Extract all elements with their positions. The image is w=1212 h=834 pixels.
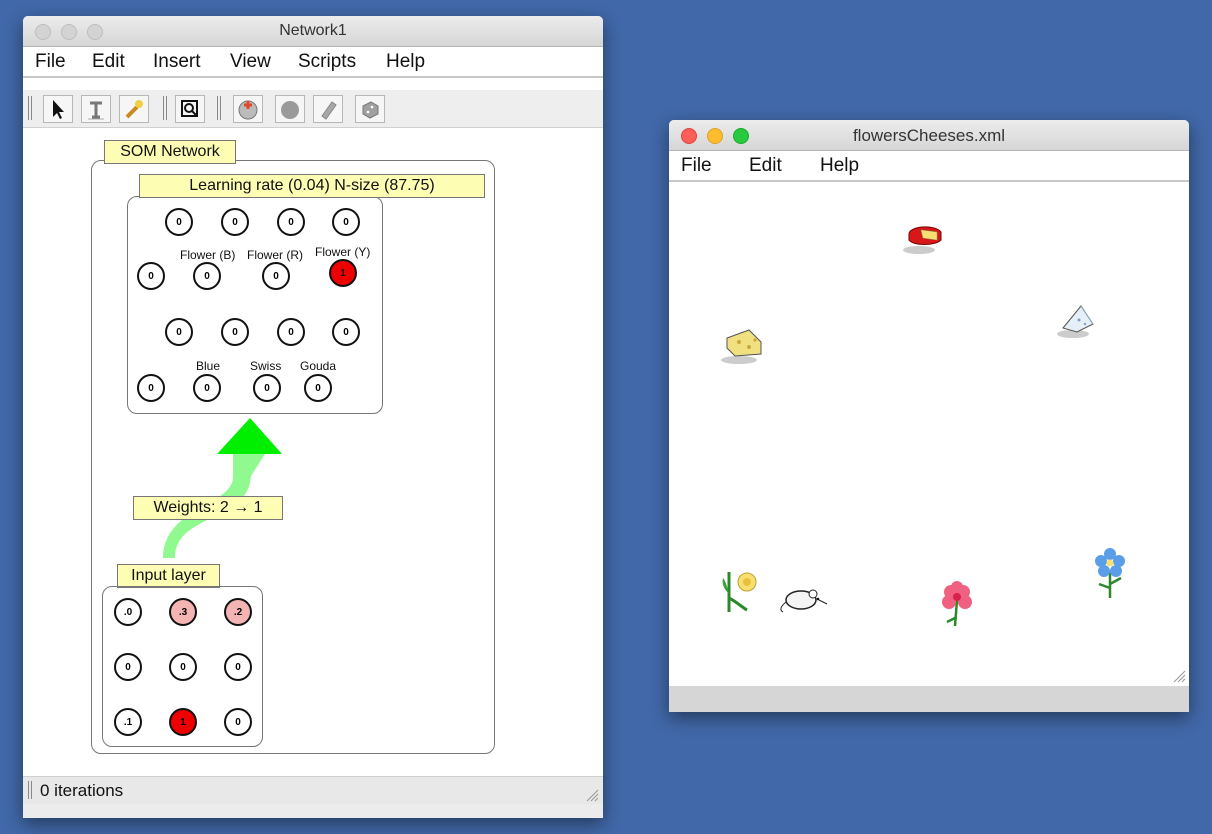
som-neuron[interactable]: 0 — [253, 374, 281, 402]
blue-flower-icon[interactable] — [1089, 548, 1131, 600]
som-neuron[interactable]: 0 — [221, 208, 249, 236]
eraser-icon[interactable] — [313, 95, 343, 123]
select-arrow-icon[interactable] — [43, 95, 73, 123]
som-neuron[interactable]: 0 — [193, 374, 221, 402]
world-window: flowersCheeses.xml File Edit Help — [669, 120, 1189, 712]
add-neuron-icon[interactable] — [233, 95, 263, 123]
input-neuron[interactable]: 0 — [169, 653, 197, 681]
input-layer-label[interactable]: Input layer — [117, 564, 220, 588]
som-neuron[interactable]: 0 — [332, 318, 360, 346]
resize-grip-icon[interactable] — [1172, 669, 1186, 683]
som-label-swiss: Swiss — [250, 359, 282, 373]
menu-file[interactable]: File — [681, 155, 712, 177]
resize-grip-icon[interactable] — [585, 788, 599, 802]
som-neuron[interactable]: 0 — [277, 318, 305, 346]
som-neuron-active[interactable]: 1 — [329, 259, 357, 287]
menubar: File Edit Help — [669, 151, 1189, 182]
menu-view[interactable]: View — [230, 51, 271, 73]
dice-icon[interactable] — [355, 95, 385, 123]
input-neuron[interactable]: .3 — [169, 598, 197, 626]
menu-file[interactable]: File — [35, 51, 66, 73]
som-neuron[interactable]: 0 — [332, 208, 360, 236]
blue-cheese-icon[interactable] — [1055, 300, 1101, 340]
menubar: File Edit Insert View Scripts Help — [23, 47, 603, 78]
som-label-flower-y: Flower (Y) — [315, 245, 371, 259]
menu-help[interactable]: Help — [386, 51, 425, 73]
input-neuron[interactable]: .0 — [114, 598, 142, 626]
bottom-strip — [23, 804, 603, 818]
red-flower-icon[interactable] — [937, 580, 977, 630]
menu-help[interactable]: Help — [820, 155, 859, 177]
swiss-cheese-icon[interactable] — [719, 322, 767, 366]
window-title: Network1 — [279, 22, 347, 39]
network-canvas[interactable]: SOM Network Learning rate (0.04) N-size … — [23, 128, 603, 776]
status-grip — [28, 781, 32, 799]
input-neuron[interactable]: 0 — [224, 653, 252, 681]
som-label-flower-b: Flower (B) — [180, 248, 236, 262]
yellow-flower-icon[interactable] — [717, 568, 767, 618]
input-neuron[interactable]: 0 — [224, 708, 252, 736]
network-window: Network1 File Edit Insert View Scripts H… — [23, 16, 603, 818]
wand-tool-icon[interactable] — [119, 95, 149, 123]
status-bar: 0 iterations — [23, 776, 603, 804]
mouse-icon[interactable] — [777, 584, 833, 614]
world-bottom-strip — [669, 686, 1189, 712]
input-neuron[interactable]: .1 — [114, 708, 142, 736]
neuron-icon[interactable] — [275, 95, 305, 123]
input-neuron[interactable]: .2 — [224, 598, 252, 626]
network-titlebar[interactable]: Network1 — [23, 16, 603, 47]
window-title: flowersCheeses.xml — [852, 126, 1006, 145]
status-text: 0 iterations — [40, 781, 124, 800]
toolbar — [23, 90, 603, 128]
red-cheese-icon[interactable] — [901, 220, 947, 256]
som-params-label[interactable]: Learning rate (0.04) N-size (87.75) — [139, 174, 485, 198]
som-neuron[interactable]: 0 — [277, 208, 305, 236]
som-label-flower-r: Flower (R) — [247, 248, 303, 262]
zoom-icon[interactable] — [175, 95, 205, 123]
world-canvas[interactable] — [669, 182, 1189, 686]
toolbar-grip-2[interactable] — [163, 96, 167, 120]
weights-label[interactable]: Weights: 2 → 1 — [133, 496, 283, 520]
som-network-label[interactable]: SOM Network — [104, 140, 236, 164]
som-neuron[interactable]: 0 — [221, 318, 249, 346]
input-neuron-active[interactable]: 1 — [169, 708, 197, 736]
menu-scripts[interactable]: Scripts — [298, 51, 356, 73]
toolbar-grip-3[interactable] — [217, 96, 221, 120]
menu-insert[interactable]: Insert — [153, 51, 201, 73]
toolbar-grip[interactable] — [28, 96, 32, 120]
som-neuron[interactable]: 0 — [262, 262, 290, 290]
world-titlebar[interactable]: flowersCheeses.xml — [669, 120, 1189, 151]
som-neuron[interactable]: 0 — [193, 262, 221, 290]
som-label-blue: Blue — [196, 359, 221, 373]
som-neuron[interactable]: 0 — [165, 318, 193, 346]
som-neuron[interactable]: 0 — [165, 208, 193, 236]
som-neuron[interactable]: 0 — [304, 374, 332, 402]
input-neuron[interactable]: 0 — [114, 653, 142, 681]
menu-edit[interactable]: Edit — [92, 51, 125, 73]
som-neuron[interactable]: 0 — [137, 262, 165, 290]
som-neuron[interactable]: 0 — [137, 374, 165, 402]
som-label-gouda: Gouda — [300, 359, 337, 373]
menu-edit[interactable]: Edit — [749, 155, 782, 177]
text-tool-icon[interactable] — [81, 95, 111, 123]
